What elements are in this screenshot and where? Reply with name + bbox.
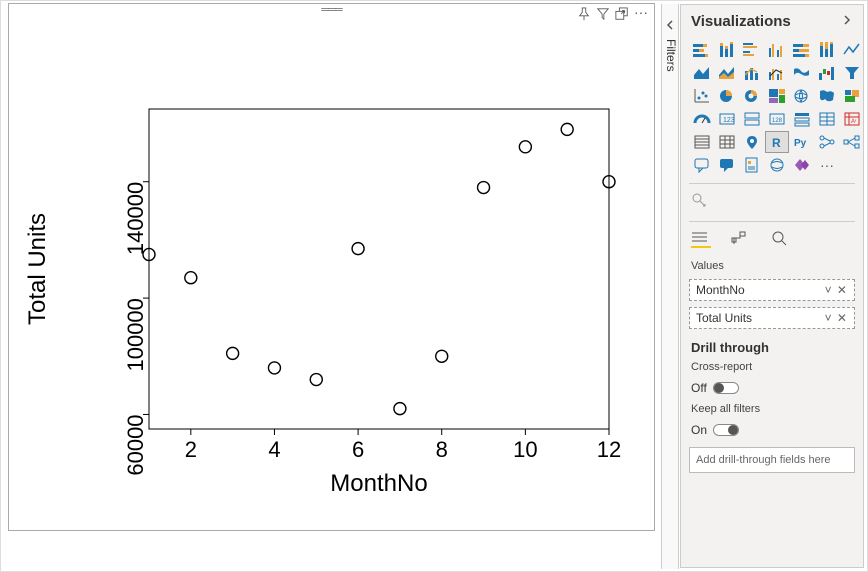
svg-text:MonthNo: MonthNo	[330, 470, 427, 497]
pin-icon[interactable]	[577, 7, 591, 26]
power-apps-icon[interactable]	[791, 155, 813, 175]
pie-chart-icon[interactable]	[716, 86, 738, 106]
focus-mode-icon[interactable]	[615, 7, 629, 26]
svg-text:10: 10	[513, 437, 537, 462]
treemap-icon[interactable]	[766, 86, 788, 106]
drill-through-dropzone[interactable]: Add drill-through fields here	[689, 447, 855, 473]
visualizations-title: Visualizations	[691, 13, 791, 30]
svg-text:12: 12	[597, 437, 621, 462]
format-tool-icon-disabled	[681, 188, 863, 217]
fields-tab-icon[interactable]	[691, 230, 711, 248]
multi-row-card-icon[interactable]	[741, 109, 763, 129]
cross-report-state-text: Off	[691, 381, 707, 395]
field-well-label: Total Units	[696, 311, 752, 325]
filters-pane-collapsed[interactable]: Filters	[661, 4, 679, 569]
smart-narrative-icon[interactable]	[716, 155, 738, 175]
line-clustered-column-icon[interactable]	[766, 63, 788, 83]
card-icon[interactable]: 123	[716, 109, 738, 129]
cross-report-toggle[interactable]	[713, 382, 739, 394]
table-icon[interactable]	[816, 109, 838, 129]
svg-text:6: 6	[352, 437, 364, 462]
funnel-icon[interactable]	[841, 63, 863, 83]
python-visual-icon[interactable]: Py	[791, 132, 813, 152]
cross-report-label: Cross-report	[681, 357, 863, 377]
field-format-analytics-tabs	[681, 226, 863, 256]
qna-visual-icon[interactable]	[691, 155, 713, 175]
svg-text:8: 8	[436, 437, 448, 462]
analytics-tab-icon[interactable]	[771, 230, 791, 248]
stacked-area-icon[interactable]	[716, 63, 738, 83]
arcgis-icon[interactable]	[766, 155, 788, 175]
clustered-bar-icon[interactable]	[741, 40, 763, 60]
keep-filters-toggle[interactable]	[713, 424, 739, 436]
stacked-column-icon[interactable]	[716, 40, 738, 60]
map-icon[interactable]	[791, 86, 813, 106]
filled-map-icon[interactable]	[816, 86, 838, 106]
clustered-column-icon[interactable]	[766, 40, 788, 60]
svg-text:60000: 60000	[123, 414, 148, 475]
keep-filters-state-text: On	[691, 423, 707, 437]
visual-header-toolbar: ···	[577, 7, 648, 26]
azure-map-icon[interactable]	[741, 132, 763, 152]
line-chart-icon[interactable]	[841, 40, 863, 60]
svg-text:Aי: Aי	[851, 119, 857, 125]
visual-drag-handle[interactable]: ═══	[321, 4, 341, 16]
report-canvas: ═══ ··· 2 4 6 8 10 12 60000 100000 140000 MonthNo…	[8, 3, 655, 531]
svg-text:Py: Py	[794, 138, 807, 149]
key-influencers-icon[interactable]	[816, 132, 838, 152]
visual-type-gallery: 123 128 Aי R Py ···	[681, 36, 863, 179]
field-well-monthno[interactable]: MonthNo ˅ ✕	[689, 279, 855, 301]
hundred-stacked-column-icon[interactable]	[816, 40, 838, 60]
line-stacked-column-icon[interactable]	[741, 63, 763, 83]
kpi-icon[interactable]: 128	[766, 109, 788, 129]
values-section-label: Values	[681, 256, 863, 276]
filter-icon[interactable]	[596, 7, 610, 26]
donut-chart-icon[interactable]	[741, 86, 763, 106]
more-options-icon[interactable]: ···	[634, 7, 648, 26]
keep-filters-label: Keep all filters	[681, 399, 863, 419]
stacked-bar-icon[interactable]	[691, 40, 713, 60]
drill-through-header: Drill through	[681, 332, 863, 357]
gauge-icon[interactable]	[691, 109, 713, 129]
r-scatter-plot: 2 4 6 8 10 12 60000 100000 140000 MonthNo Total Un…	[19, 29, 644, 520]
field-well-actions[interactable]: ˅ ✕	[825, 311, 848, 325]
svg-text:4: 4	[268, 437, 280, 462]
svg-text:140000: 140000	[123, 182, 148, 255]
matrix-icon[interactable]: Aי	[841, 109, 863, 129]
waterfall-icon[interactable]	[816, 63, 838, 83]
hundred-stacked-bar-icon[interactable]	[791, 40, 813, 60]
svg-text:123: 123	[723, 117, 735, 124]
shape-map-icon[interactable]	[841, 86, 863, 106]
field-well-actions[interactable]: ˅ ✕	[825, 283, 848, 297]
scatter-chart-icon[interactable]	[691, 86, 713, 106]
slicer-icon[interactable]	[791, 109, 813, 129]
ribbon-chart-icon[interactable]	[791, 63, 813, 83]
field-well-totalunits[interactable]: Total Units ˅ ✕	[689, 307, 855, 329]
chevron-left-icon[interactable]	[664, 19, 676, 34]
area-chart-icon[interactable]	[691, 63, 713, 83]
chevron-right-icon[interactable]	[841, 13, 853, 30]
svg-text:100000: 100000	[123, 298, 148, 371]
get-more-visuals-icon[interactable]: ···	[816, 155, 838, 175]
r-visual-icon[interactable]: R	[766, 132, 788, 152]
visualizations-pane: Visualizations 123 128	[680, 4, 864, 568]
decomposition-tree-icon[interactable]	[841, 132, 863, 152]
matrix-viz-icon[interactable]	[716, 132, 738, 152]
paginated-report-icon[interactable]	[741, 155, 763, 175]
svg-text:2: 2	[185, 437, 197, 462]
format-tab-icon[interactable]	[731, 230, 751, 248]
svg-text:Total Units: Total Units	[24, 213, 51, 325]
svg-text:R: R	[772, 136, 781, 150]
svg-text:128: 128	[772, 118, 783, 124]
field-well-label: MonthNo	[696, 283, 745, 297]
filters-rail-label: Filters	[664, 39, 678, 72]
table-viz-icon[interactable]	[691, 132, 713, 152]
